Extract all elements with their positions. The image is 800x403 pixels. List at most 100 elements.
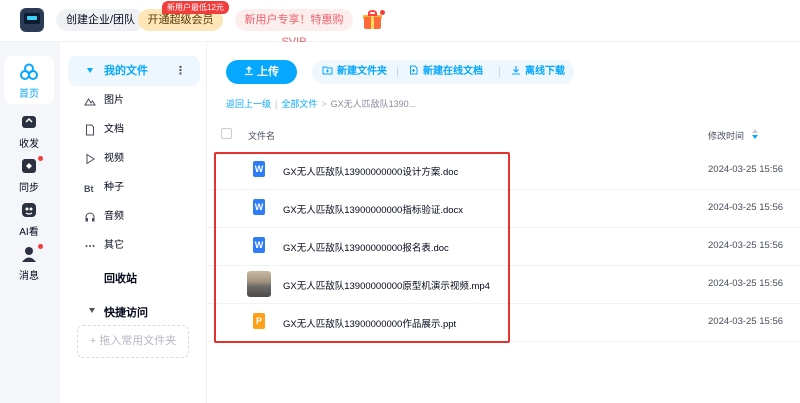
rail-label: 收发 [19,139,39,150]
nav-quick-access[interactable]: 快捷访问 [89,304,148,320]
ppt-file-icon: P [253,313,265,329]
breadcrumb-current: GX无人匹敌队1390... [330,99,417,109]
drop-folder-zone[interactable]: + 拖入常用文件夹 [77,325,189,358]
transfer-icon [22,116,36,128]
file-list-area: 上传 新建文件夹 新建在线文档 离线下载 返回上一级 | 全部文件 > GX无人匹敌队1… [208,42,800,403]
file-name[interactable]: GX无人匹敌队13900000000指标验证.docx [283,202,463,216]
table-row[interactable]: P GX无人匹敌队13900000000作品展示.ppt 2024-03-25 … [208,304,800,342]
file-name[interactable]: GX无人匹敌队13900000000设计方案.doc [283,164,458,178]
nav-item-trash[interactable]: 回收站 [104,270,137,286]
nav-item-label: 视频 [104,153,124,164]
document-icon [86,124,94,136]
breadcrumb-separator: | [275,99,278,109]
offline-download-button[interactable]: 离线下载 [511,60,565,84]
column-header-name[interactable]: 文件名 [248,129,275,142]
file-name[interactable]: GX无人匹敌队13900000000作品展示.ppt [283,316,456,330]
file-modified-time: 2024-03-25 15:56 [708,316,784,327]
nav-item-label: 其它 [104,240,124,251]
video-thumbnail [247,271,271,297]
file-category-nav: 我的文件 ⋮ 图片 文档 视频 Bt 种子 音频 其它 回收站 快捷访问 + 拖… [60,42,207,403]
more-icon[interactable]: ⋮ [175,56,186,86]
sync-icon [22,159,36,173]
word-file-icon: W [253,199,265,215]
folder-plus-icon [322,66,333,75]
table-row[interactable]: W GX无人匹敌队13900000000报名表.doc 2024-03-25 1… [208,228,800,266]
create-team-button[interactable]: 创建企业/团队 [56,9,146,31]
nav-item-video[interactable]: 视频 [86,149,124,169]
table-row[interactable]: GX无人匹敌队13900000000原型机演示视频.mp4 2024-03-25… [208,266,800,304]
new-folder-label: 新建文件夹 [337,66,387,77]
file-name[interactable]: GX无人匹敌队13900000000原型机演示视频.mp4 [283,278,490,292]
word-file-icon: W [253,161,265,177]
nav-my-files[interactable]: 我的文件 ⋮ [68,56,200,86]
rail-item-ai[interactable]: AI看 [4,194,54,242]
new-online-doc-button[interactable]: 新建在线文档 [409,60,483,84]
nav-item-label: 文档 [104,124,124,135]
column-header-time[interactable]: 修改时间 [708,129,744,142]
gift-icon[interactable] [362,10,385,30]
nav-item-label: 音频 [104,211,124,222]
file-modified-time: 2024-03-25 15:56 [708,240,784,251]
home-icon [20,63,38,80]
svg-text:Bt: Bt [84,184,94,194]
doc-plus-icon [410,65,418,75]
rail-label: 首页 [19,89,39,100]
word-file-icon: W [253,237,265,253]
download-icon [512,66,520,75]
upload-icon [245,66,253,76]
breadcrumb-all-files-link[interactable]: 全部文件 [281,99,317,109]
breadcrumb-back-link[interactable]: 返回上一级 [226,99,271,109]
vip-price-badge: 新用户最低12元 [162,1,229,14]
nav-quick-access-label: 快捷访问 [104,307,148,319]
nav-item-bt[interactable]: Bt 种子 [84,178,124,198]
file-name[interactable]: GX无人匹敌队13900000000报名表.doc [283,240,449,254]
nav-item-other[interactable]: 其它 [85,236,124,256]
select-all-checkbox[interactable] [221,128,232,139]
top-bar: 创建企业/团队 开通超级会员 新用户最低12元 新用户专享！特惠购SVIP [0,0,800,48]
svip-promo-button[interactable]: 新用户专享！特惠购SVIP [235,9,353,48]
offline-download-label: 离线下载 [525,66,565,77]
breadcrumb: 返回上一级 | 全部文件 > GX无人匹敌队1390... [226,97,416,110]
nav-my-files-label: 我的文件 [104,65,148,77]
bt-icon: Bt [84,184,94,194]
ai-watch-icon [22,203,36,217]
nav-item-image[interactable]: 图片 [84,91,124,111]
video-icon [86,153,95,165]
file-modified-time: 2024-03-25 15:56 [708,278,784,289]
file-modified-time: 2024-03-25 15:56 [708,164,784,175]
new-folder-button[interactable]: 新建文件夹 [322,60,387,84]
image-icon [84,98,96,106]
rail-label: 同步 [19,183,39,194]
table-header: 文件名 修改时间 [208,126,800,148]
headphone-icon [85,212,95,222]
new-online-doc-label: 新建在线文档 [423,66,483,77]
collapse-caret-icon[interactable] [89,308,95,313]
avatar[interactable] [20,8,44,32]
file-modified-time: 2024-03-25 15:56 [708,202,784,213]
collapse-caret-icon[interactable] [87,68,93,73]
message-icon [22,247,36,262]
unread-dot [38,244,43,249]
toolbar-divider [499,67,500,77]
upload-button[interactable]: 上传 [226,60,297,84]
rail-label: 消息 [19,271,39,282]
toolbar-actions: 新建文件夹 新建在线文档 离线下载 [312,60,574,84]
sort-icon[interactable] [752,129,758,139]
rail-label: AI看 [19,227,39,238]
more-dots-icon [85,245,95,247]
table-row[interactable]: W GX无人匹敌队13900000000设计方案.doc 2024-03-25 … [208,152,800,190]
rail-item-home[interactable]: 首页 [4,56,54,104]
nav-item-label: 种子 [104,182,124,193]
left-rail: 首页 收发 同步 AI看 消息 [0,42,60,403]
upload-label: 上传 [257,66,279,78]
nav-item-audio[interactable]: 音频 [85,207,124,227]
rail-item-message[interactable]: 消息 [4,238,54,286]
rail-item-sync[interactable]: 同步 [4,150,54,198]
toolbar-divider [397,67,398,77]
unread-dot [38,156,43,161]
rail-item-transfer[interactable]: 收发 [4,106,54,154]
nav-item-document[interactable]: 文档 [86,120,124,140]
breadcrumb-chevron-icon: > [321,99,327,109]
table-row[interactable]: W GX无人匹敌队13900000000指标验证.docx 2024-03-25… [208,190,800,228]
nav-item-label: 图片 [104,95,124,106]
